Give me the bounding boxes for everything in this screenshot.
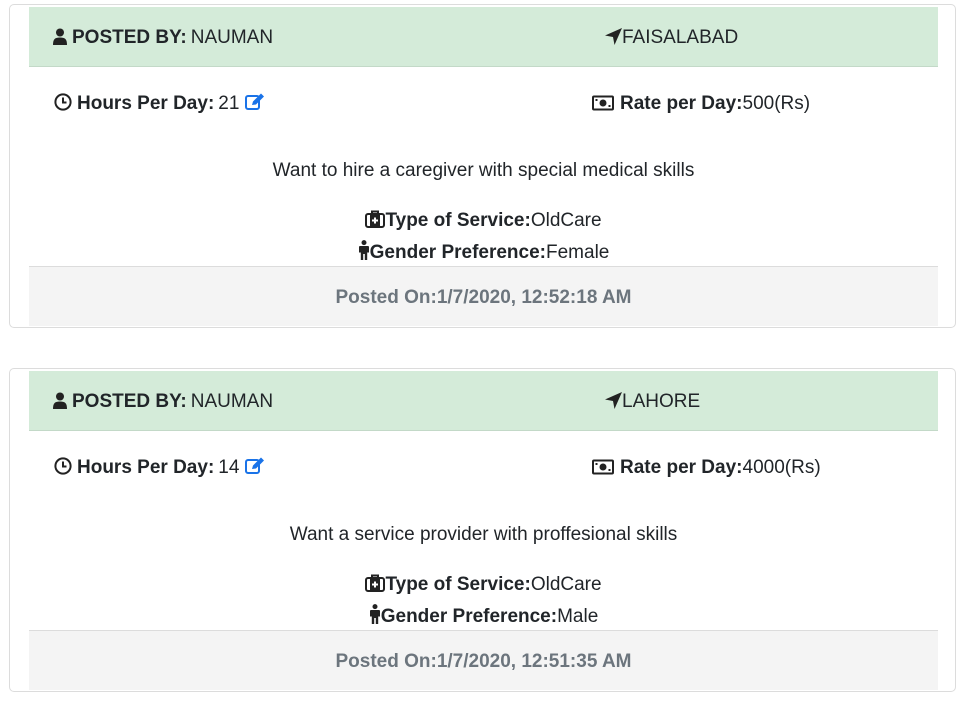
gender-value: Female: [546, 242, 610, 263]
service-value: OldCare: [530, 210, 602, 231]
posted-by-name: NAUMAN: [190, 27, 274, 48]
job-description: Want to hire a caregiver with special me…: [272, 160, 695, 181]
card-header: POSTED BY: NAUMAN LAHORE: [29, 371, 938, 431]
gender-value: Male: [557, 606, 599, 627]
posted-on-label: Posted On:: [335, 287, 437, 308]
clock-icon: [54, 457, 72, 481]
medkit-icon: [365, 210, 386, 234]
job-post-card: POSTED BY: NAUMAN LAHORE Hours Per Day: 14…: [9, 368, 956, 692]
gender-label: Gender Preference:: [380, 606, 558, 627]
location: LAHORE: [605, 391, 700, 415]
service-label: Type of Service:: [385, 574, 531, 595]
location-arrow-icon: [605, 392, 622, 415]
card-header: POSTED BY: NAUMAN FAISALABAD: [29, 7, 938, 67]
service-label: Type of Service:: [385, 210, 531, 231]
rate-per-day: Rate per Day:500(Rs): [592, 93, 810, 117]
posted-by-label: POSTED BY:: [72, 27, 187, 48]
service-value: OldCare: [530, 574, 602, 595]
posted-on: Posted On:1/7/2020, 12:51:35 AM: [29, 631, 938, 673]
job-post-card: POSTED BY: NAUMAN FAISALABAD Hours Per Da…: [9, 4, 956, 328]
gender-label: Gender Preference:: [369, 242, 546, 263]
hours-value: 14: [218, 457, 240, 478]
money-icon: [592, 95, 614, 117]
posted-by: POSTED BY: NAUMAN: [53, 27, 273, 51]
card-footer: Posted On:1/7/2020, 12:52:18 AM: [29, 266, 938, 326]
male-icon: [369, 604, 381, 630]
hours-per-day: Hours Per Day: 14: [54, 457, 265, 481]
user-icon: [53, 28, 67, 51]
location-name: LAHORE: [622, 391, 701, 412]
location: FAISALABAD: [605, 27, 738, 51]
hours-label: Hours Per Day:: [77, 93, 215, 114]
posted-by-label: POSTED BY:: [72, 391, 187, 412]
service-type: Type of Service:OldCare: [29, 574, 938, 598]
rate-value: 500(Rs): [742, 93, 811, 114]
gender-preference: Gender Preference:Male: [29, 604, 938, 630]
posted-by-name: NAUMAN: [190, 391, 274, 412]
location-name: FAISALABAD: [622, 27, 739, 48]
medkit-icon: [365, 574, 386, 598]
male-icon: [358, 240, 370, 266]
job-description: Want a service provider with proffesiona…: [289, 524, 678, 545]
posted-on-value: 1/7/2020, 12:51:35 AM: [436, 651, 632, 672]
hours-label: Hours Per Day:: [77, 457, 215, 478]
user-icon: [53, 392, 67, 415]
edit-icon[interactable]: [245, 457, 265, 481]
rate-label: Rate per Day:: [620, 93, 743, 114]
clock-icon: [54, 93, 72, 117]
posted-on-value: 1/7/2020, 12:52:18 AM: [436, 287, 632, 308]
hours-per-day: Hours Per Day: 21: [54, 93, 265, 117]
rate-label: Rate per Day:: [620, 457, 743, 478]
hours-value: 21: [218, 93, 240, 114]
posted-on-label: Posted On:: [335, 651, 437, 672]
card-footer: Posted On:1/7/2020, 12:51:35 AM: [29, 630, 938, 690]
rate-per-day: Rate per Day:4000(Rs): [592, 457, 821, 481]
gender-preference: Gender Preference:Female: [29, 240, 938, 266]
rate-value: 4000(Rs): [742, 457, 821, 478]
posted-on: Posted On:1/7/2020, 12:52:18 AM: [29, 267, 938, 309]
location-arrow-icon: [605, 28, 622, 51]
posted-by: POSTED BY: NAUMAN: [53, 391, 273, 415]
edit-icon[interactable]: [245, 93, 265, 117]
service-type: Type of Service:OldCare: [29, 210, 938, 234]
money-icon: [592, 459, 614, 481]
